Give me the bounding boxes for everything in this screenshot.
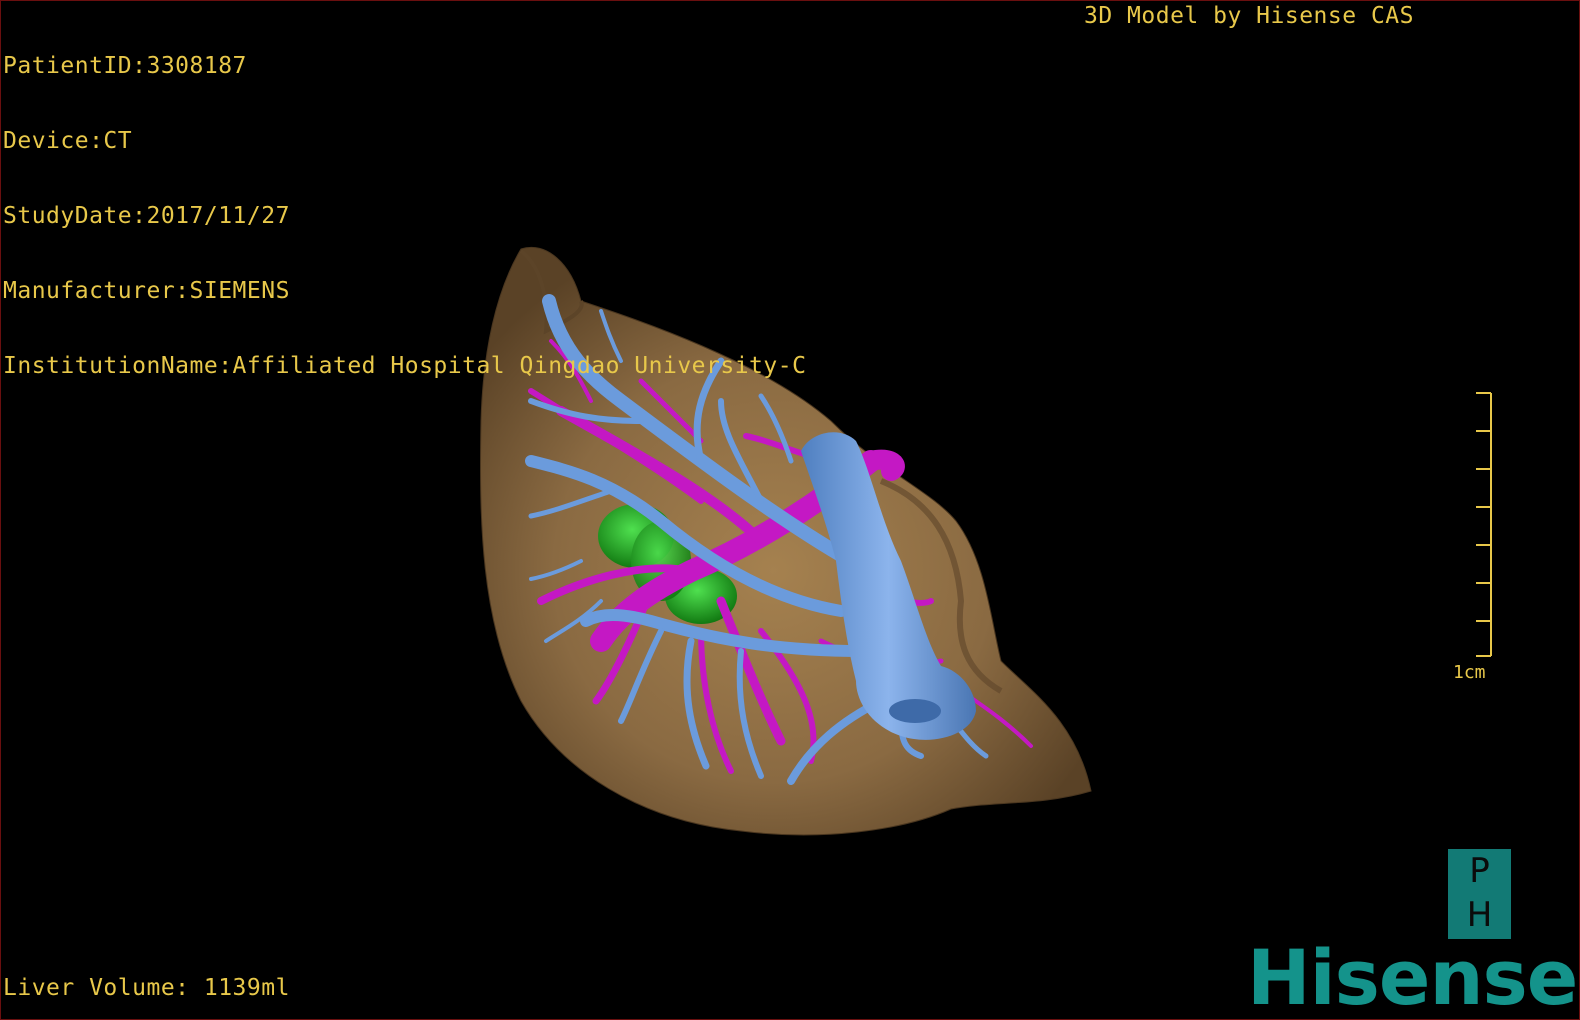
institution-label: InstitutionName:Affiliated Hospital Qing… [3, 353, 807, 379]
liver-volume-label: Liver Volume: 1139ml [3, 975, 290, 1001]
scale-unit-label: 1cm [1453, 662, 1486, 683]
patient-id-label: PatientID:3308187 [3, 53, 247, 79]
ph-logo: P H [1448, 849, 1511, 939]
model-credit-label: 3D Model by Hisense CAS [1084, 3, 1414, 29]
ph-logo-bottom: H [1466, 895, 1493, 935]
study-date-label: StudyDate:2017/11/27 [3, 203, 290, 229]
ph-logo-top: P [1469, 851, 1490, 891]
hisense-logo: Hisense [1247, 933, 1578, 1020]
device-label: Device:CT [3, 128, 133, 154]
study-info-panel: PatientID:3308187 Device:CT StudyDate:20… [3, 4, 806, 429]
3d-viewport[interactable]: PatientID:3308187 Device:CT StudyDate:20… [0, 0, 1580, 1020]
scale-bar [1476, 392, 1492, 657]
manufacturer-label: Manufacturer:SIEMENS [3, 278, 290, 304]
